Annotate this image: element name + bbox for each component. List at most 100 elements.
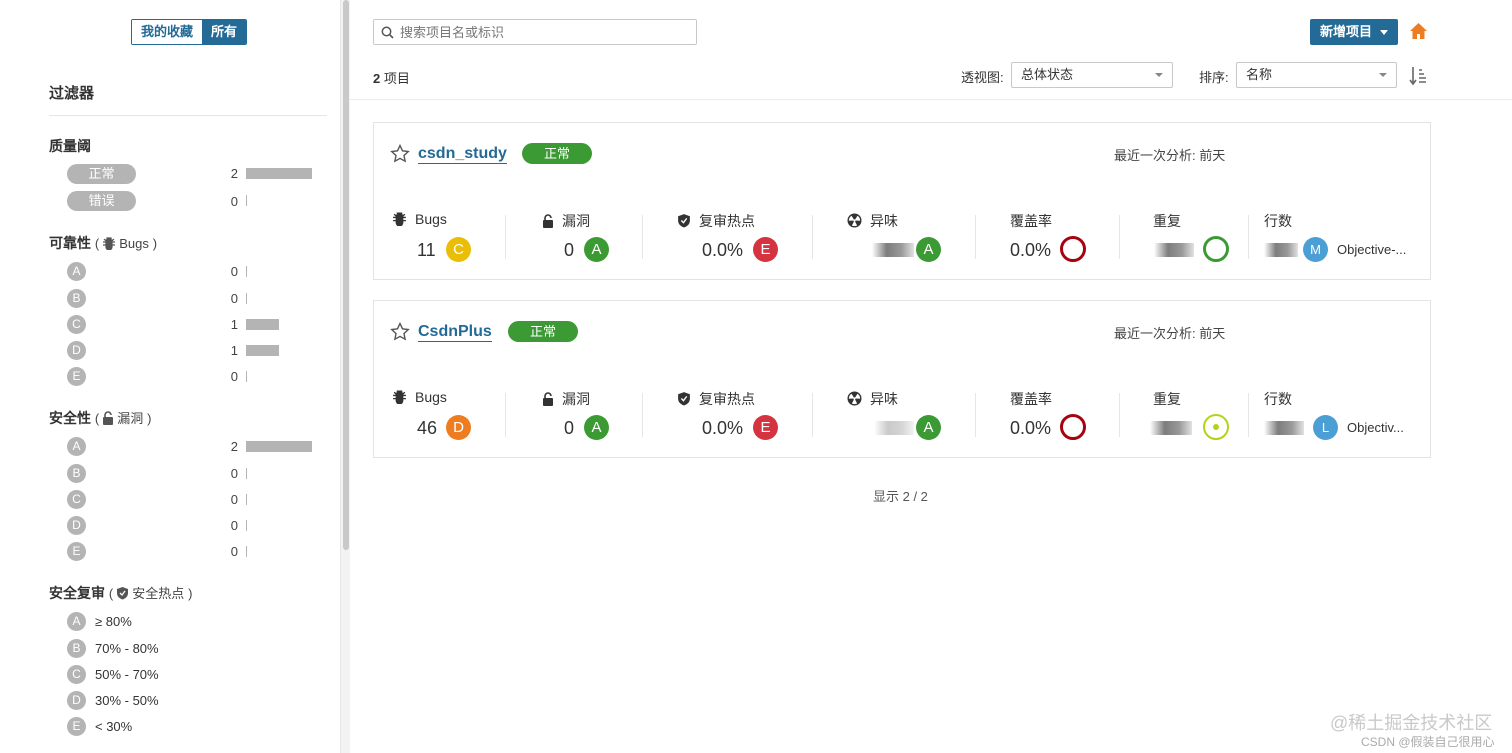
facet-bar bbox=[246, 195, 247, 206]
coverage-value[interactable]: 0.0% bbox=[1010, 240, 1051, 261]
facet-item-rating-c[interactable]: C bbox=[67, 665, 86, 684]
project-card: CsdnPlus 正常 最近一次分析: 前天 Bugs 46 D 漏洞 0 A … bbox=[373, 300, 1431, 458]
facet-item-failed[interactable]: 错误 bbox=[67, 191, 136, 211]
facet-item-rating-d[interactable]: D bbox=[67, 516, 86, 535]
divider bbox=[975, 393, 976, 437]
perspective-label: 透视图: bbox=[961, 70, 1004, 85]
facet-count: 2 bbox=[230, 439, 238, 454]
facet-count: 0 bbox=[230, 466, 238, 481]
radiation-icon bbox=[847, 391, 862, 409]
divider bbox=[642, 393, 643, 437]
bug-icon bbox=[392, 211, 407, 229]
favorite-star-icon[interactable] bbox=[390, 321, 410, 344]
coverage-ring[interactable] bbox=[1060, 414, 1086, 440]
new-project-button[interactable]: 新增项目 bbox=[1310, 19, 1398, 45]
divider bbox=[1119, 215, 1120, 259]
reliability-facet-title: 可靠性 (Bugs ) bbox=[49, 235, 158, 251]
shown-count: 显示 2 / 2 bbox=[873, 489, 928, 504]
vulnerabilities-label: 漏洞 bbox=[542, 389, 590, 409]
favorites-toggle: 我的收藏 所有 bbox=[131, 19, 248, 45]
duplications-dot bbox=[1213, 424, 1219, 430]
redacted-value bbox=[1150, 421, 1192, 435]
lock-icon bbox=[102, 411, 114, 428]
watermark: @稀土掘金技术社区 bbox=[1330, 713, 1493, 733]
home-icon[interactable] bbox=[1409, 22, 1428, 43]
sidebar: 我的收藏 所有 过滤器 质量阈 正常 2 错误 0 可靠性 (Bugs ) A … bbox=[0, 0, 340, 753]
project-name-link[interactable]: CsdnPlus bbox=[418, 322, 492, 342]
facet-bar bbox=[246, 494, 247, 505]
facet-item-rating-d[interactable]: D bbox=[67, 691, 86, 710]
vulnerabilities-rating[interactable]: A bbox=[584, 237, 609, 262]
facet-item-rating-a[interactable]: A bbox=[67, 262, 86, 281]
facet-item-rating-e[interactable]: E bbox=[67, 717, 86, 736]
facet-item-rating-b[interactable]: B bbox=[67, 464, 86, 483]
bugs-value[interactable]: 11 bbox=[417, 240, 436, 261]
duplications-ring[interactable] bbox=[1203, 414, 1229, 440]
coverage-ring[interactable] bbox=[1060, 236, 1086, 262]
code-smells-label: 异味 bbox=[847, 211, 898, 231]
facet-bar bbox=[246, 293, 247, 304]
divider bbox=[812, 393, 813, 437]
facet-count: 0 bbox=[230, 369, 238, 384]
facet-item-rating-b[interactable]: B bbox=[67, 639, 86, 658]
coverage-value[interactable]: 0.0% bbox=[1010, 418, 1051, 439]
bugs-rating[interactable]: D bbox=[446, 415, 471, 440]
vulnerabilities-value[interactable]: 0 bbox=[564, 418, 574, 439]
facet-count: 1 bbox=[230, 343, 238, 358]
code-smells-label: 异味 bbox=[847, 389, 898, 409]
hotspots-value[interactable]: 0.0% bbox=[702, 240, 743, 261]
facet-item-rating-e[interactable]: E bbox=[67, 367, 86, 386]
last-analysis: 最近一次分析: 前天 bbox=[1114, 326, 1226, 341]
divider bbox=[350, 99, 1512, 100]
facet-item-rating-a[interactable]: A bbox=[67, 612, 86, 631]
bugs-rating[interactable]: C bbox=[446, 237, 471, 262]
vulnerabilities-value[interactable]: 0 bbox=[564, 240, 574, 261]
perspective-select[interactable]: 总体状态 bbox=[1011, 62, 1173, 88]
code-smells-rating[interactable]: A bbox=[916, 415, 941, 440]
sort-select[interactable]: 名称 bbox=[1236, 62, 1397, 88]
facet-item-rating-c[interactable]: C bbox=[67, 315, 86, 334]
redacted-value bbox=[1264, 421, 1304, 435]
facet-item-rating-e[interactable]: E bbox=[67, 542, 86, 561]
facet-count: 0 bbox=[230, 518, 238, 533]
language-label: Objective-... bbox=[1337, 242, 1407, 257]
quality-gate-badge: 正常 bbox=[522, 143, 592, 164]
search-input[interactable] bbox=[400, 22, 690, 42]
bugs-label: Bugs bbox=[392, 389, 447, 407]
facet-item-rating-c[interactable]: C bbox=[67, 490, 86, 509]
project-name-link[interactable]: csdn_study bbox=[418, 144, 507, 164]
facet-item-rating-a[interactable]: A bbox=[67, 437, 86, 456]
facet-bar bbox=[246, 345, 279, 356]
all-button[interactable]: 所有 bbox=[202, 20, 247, 44]
redacted-value bbox=[1264, 243, 1298, 257]
bugs-value[interactable]: 46 bbox=[417, 418, 437, 439]
hotspots-rating[interactable]: E bbox=[753, 237, 778, 262]
hotspots-rating[interactable]: E bbox=[753, 415, 778, 440]
code-smells-rating[interactable]: A bbox=[916, 237, 941, 262]
range-label: < 30% bbox=[95, 719, 133, 734]
vulnerabilities-rating[interactable]: A bbox=[584, 415, 609, 440]
scrollbar-thumb[interactable] bbox=[343, 0, 349, 550]
sort-order-icon[interactable] bbox=[1409, 66, 1427, 89]
divider bbox=[505, 393, 506, 437]
hotspots-value[interactable]: 0.0% bbox=[702, 418, 743, 439]
divider bbox=[1248, 393, 1249, 437]
facet-bar bbox=[246, 546, 247, 557]
project-card: csdn_study 正常 最近一次分析: 前天 Bugs 11 C 漏洞 0 … bbox=[373, 122, 1431, 280]
facet-item-rating-d[interactable]: D bbox=[67, 341, 86, 360]
favorites-button[interactable]: 我的收藏 bbox=[132, 20, 203, 44]
facet-item-rating-b[interactable]: B bbox=[67, 289, 86, 308]
security-facet-title: 安全性 (漏洞 ) bbox=[49, 410, 152, 428]
facet-item-passed[interactable]: 正常 bbox=[67, 164, 136, 184]
duplications-label: 重复 bbox=[1153, 391, 1181, 407]
watermark: CSDN @假装自己很用心 bbox=[1361, 735, 1495, 749]
facet-count: 0 bbox=[230, 544, 238, 559]
sidebar-scrollbar[interactable] bbox=[340, 0, 350, 753]
duplications-ring[interactable] bbox=[1203, 236, 1229, 262]
lines-label: 行数 bbox=[1264, 213, 1292, 229]
shield-icon bbox=[677, 391, 691, 409]
search-box[interactable] bbox=[373, 19, 697, 45]
lock-icon bbox=[542, 392, 554, 409]
divider bbox=[812, 215, 813, 259]
favorite-star-icon[interactable] bbox=[390, 143, 410, 166]
